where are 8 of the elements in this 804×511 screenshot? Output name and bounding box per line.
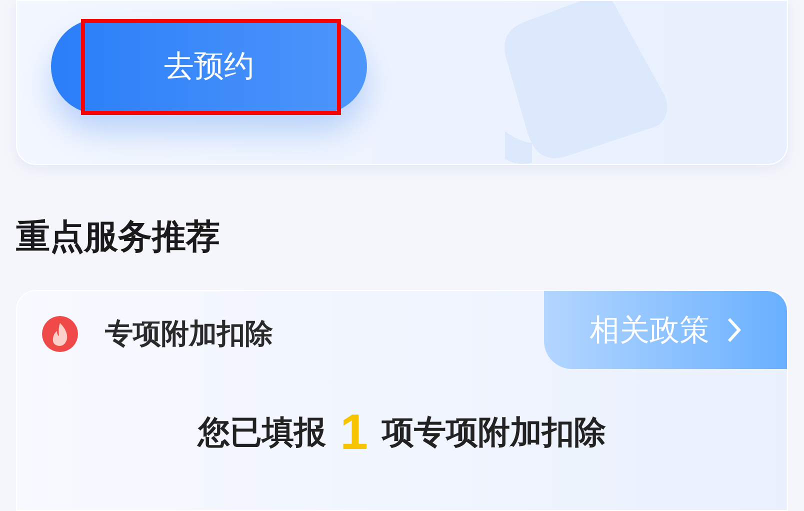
service-title: 专项附加扣除 — [105, 317, 273, 352]
count-value: 1 — [340, 407, 368, 458]
chevron-right-icon — [726, 316, 742, 344]
summary-text: 您已填报 — [198, 413, 326, 452]
policy-link[interactable]: 相关政策 — [544, 291, 787, 370]
summary-text: 项专项附加扣除 — [382, 413, 606, 452]
section-title: 重点服务推荐 — [16, 220, 221, 254]
flame-icon — [41, 315, 79, 354]
